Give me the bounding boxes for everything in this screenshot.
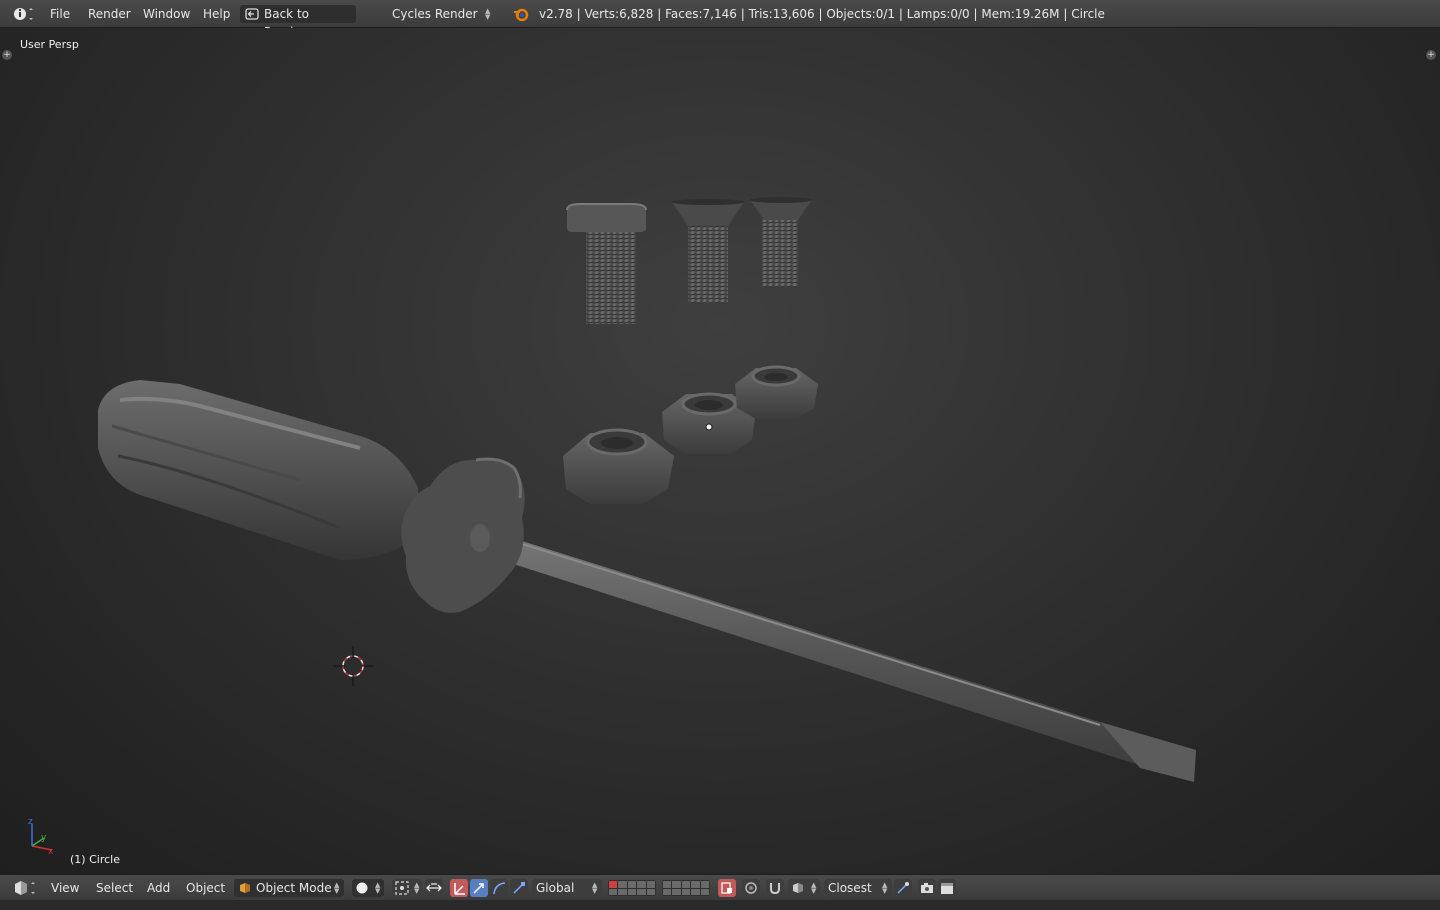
- translate-manipulator-button[interactable]: [450, 879, 468, 897]
- layers-grid-2[interactable]: [662, 880, 710, 896]
- dropdown-arrows-icon: ▲ ▼: [882, 881, 888, 895]
- screw-countersunk-1[interactable]: [672, 199, 744, 302]
- manipulator-icon: [426, 883, 442, 892]
- dropdown-arrows-icon: ▲ ▼: [334, 881, 340, 895]
- lock-camera-layers-button[interactable]: [718, 879, 736, 897]
- pivot-point-dropdown[interactable]: ▲ ▼: [392, 879, 422, 897]
- align-rotation-icon: [897, 882, 909, 894]
- mode-dropdown[interactable]: Object Mode ▲ ▼: [234, 879, 344, 897]
- layers-grid-1[interactable]: [608, 880, 656, 896]
- layer-lock-icon: [721, 882, 732, 894]
- hex-nut-1[interactable]: [563, 428, 674, 504]
- snap-volume-icon: [793, 883, 803, 893]
- transform-orientation-dropdown[interactable]: Global ▲ ▼: [532, 879, 602, 897]
- svg-text:x: x: [48, 847, 54, 857]
- snap-toggle-button[interactable]: [766, 879, 784, 897]
- camera-icon: [921, 883, 933, 893]
- screwdriver-handle[interactable]: [98, 380, 525, 613]
- clapperboard-icon: [941, 883, 953, 894]
- dropdown-arrows-icon: ▲ ▼: [592, 881, 598, 895]
- object-mode-icon: [240, 883, 250, 893]
- 3d-cursor-icon[interactable]: [333, 646, 373, 686]
- snap-align-rotation-button[interactable]: [894, 879, 912, 897]
- menu-select[interactable]: Select: [96, 875, 133, 901]
- hex-nut-3[interactable]: [735, 365, 818, 419]
- translate-arrow-icon: [454, 883, 465, 895]
- magnet-icon: [770, 883, 780, 895]
- screw-pan-head[interactable]: [566, 203, 647, 324]
- menu-help[interactable]: Help: [203, 0, 230, 28]
- opengl-render-animation-button[interactable]: [938, 879, 956, 897]
- back-icon: [245, 8, 259, 20]
- solid-shading-icon: [356, 882, 368, 894]
- dropdown-arrows-icon: ▲ ▼: [375, 881, 381, 895]
- active-object-label: (1) Circle: [70, 853, 120, 866]
- proportional-editing-button[interactable]: [742, 879, 760, 897]
- mode-label: Object Mode: [256, 881, 332, 895]
- menu-object[interactable]: Object: [186, 875, 225, 901]
- menu-file[interactable]: File: [50, 0, 70, 28]
- rotate-icon: [473, 883, 484, 894]
- manipulator-toggle-button[interactable]: [425, 879, 443, 897]
- snap-target-label: Closest: [828, 881, 872, 895]
- 3d-view-header: View Select Add Object Object Mode ▲ ▼ ▲ ▼…: [0, 874, 1440, 900]
- render-engine-label: Cycles Render: [392, 7, 478, 21]
- menu-render[interactable]: Render: [88, 0, 131, 28]
- axis-gizmo-icon: x y z: [28, 817, 54, 857]
- snap-target-dropdown[interactable]: Closest ▲ ▼: [824, 879, 892, 897]
- dropdown-arrows-icon: ▲ ▼: [485, 7, 491, 21]
- menu-add[interactable]: Add: [147, 875, 170, 901]
- svg-text:y: y: [41, 833, 47, 843]
- opengl-render-image-button[interactable]: [918, 879, 936, 897]
- scale-manipulator-button[interactable]: [510, 879, 528, 897]
- orientation-label: Global: [536, 881, 575, 895]
- dropdown-arrows-icon: ▲ ▼: [414, 881, 420, 895]
- rotate-arc-button[interactable]: [490, 879, 508, 897]
- editor-type-selector-3d[interactable]: [12, 875, 38, 901]
- screwdriver-shaft[interactable]: [466, 526, 1196, 782]
- dropdown-arrows-icon: ▲ ▼: [811, 881, 817, 895]
- scale-icon: [513, 882, 525, 894]
- scene-render: x y z: [28, 197, 1196, 857]
- pivot-point-icon: [395, 881, 409, 895]
- blender-logo-icon: [514, 8, 529, 22]
- 3d-viewport[interactable]: User Persp + + x y z (1) Circle: [0, 28, 1440, 874]
- viewport-shading-dropdown[interactable]: ▲ ▼: [352, 879, 384, 897]
- info-header: File Render Window Help Back to Previous…: [0, 0, 1440, 39]
- cube-view-icon: [15, 881, 35, 895]
- back-to-previous-button[interactable]: Back to Previous: [240, 5, 356, 39]
- info-icon: [14, 8, 33, 20]
- scene-statistics: v2.78 | Verts:6,828 | Faces:7,146 | Tris…: [539, 7, 1105, 21]
- rotate-manipulator-button[interactable]: [470, 879, 488, 897]
- screw-countersunk-2[interactable]: [750, 197, 812, 286]
- render-engine-dropdown[interactable]: Cycles Render ▲ ▼: [392, 5, 496, 23]
- snap-element-dropdown[interactable]: ▲ ▼: [788, 879, 820, 897]
- editor-type-selector[interactable]: [12, 0, 36, 28]
- menu-view[interactable]: View: [51, 875, 79, 901]
- arc-icon: [493, 882, 506, 895]
- menu-window[interactable]: Window: [143, 0, 190, 28]
- proportional-edit-icon: [745, 882, 757, 894]
- svg-text:z: z: [28, 817, 33, 827]
